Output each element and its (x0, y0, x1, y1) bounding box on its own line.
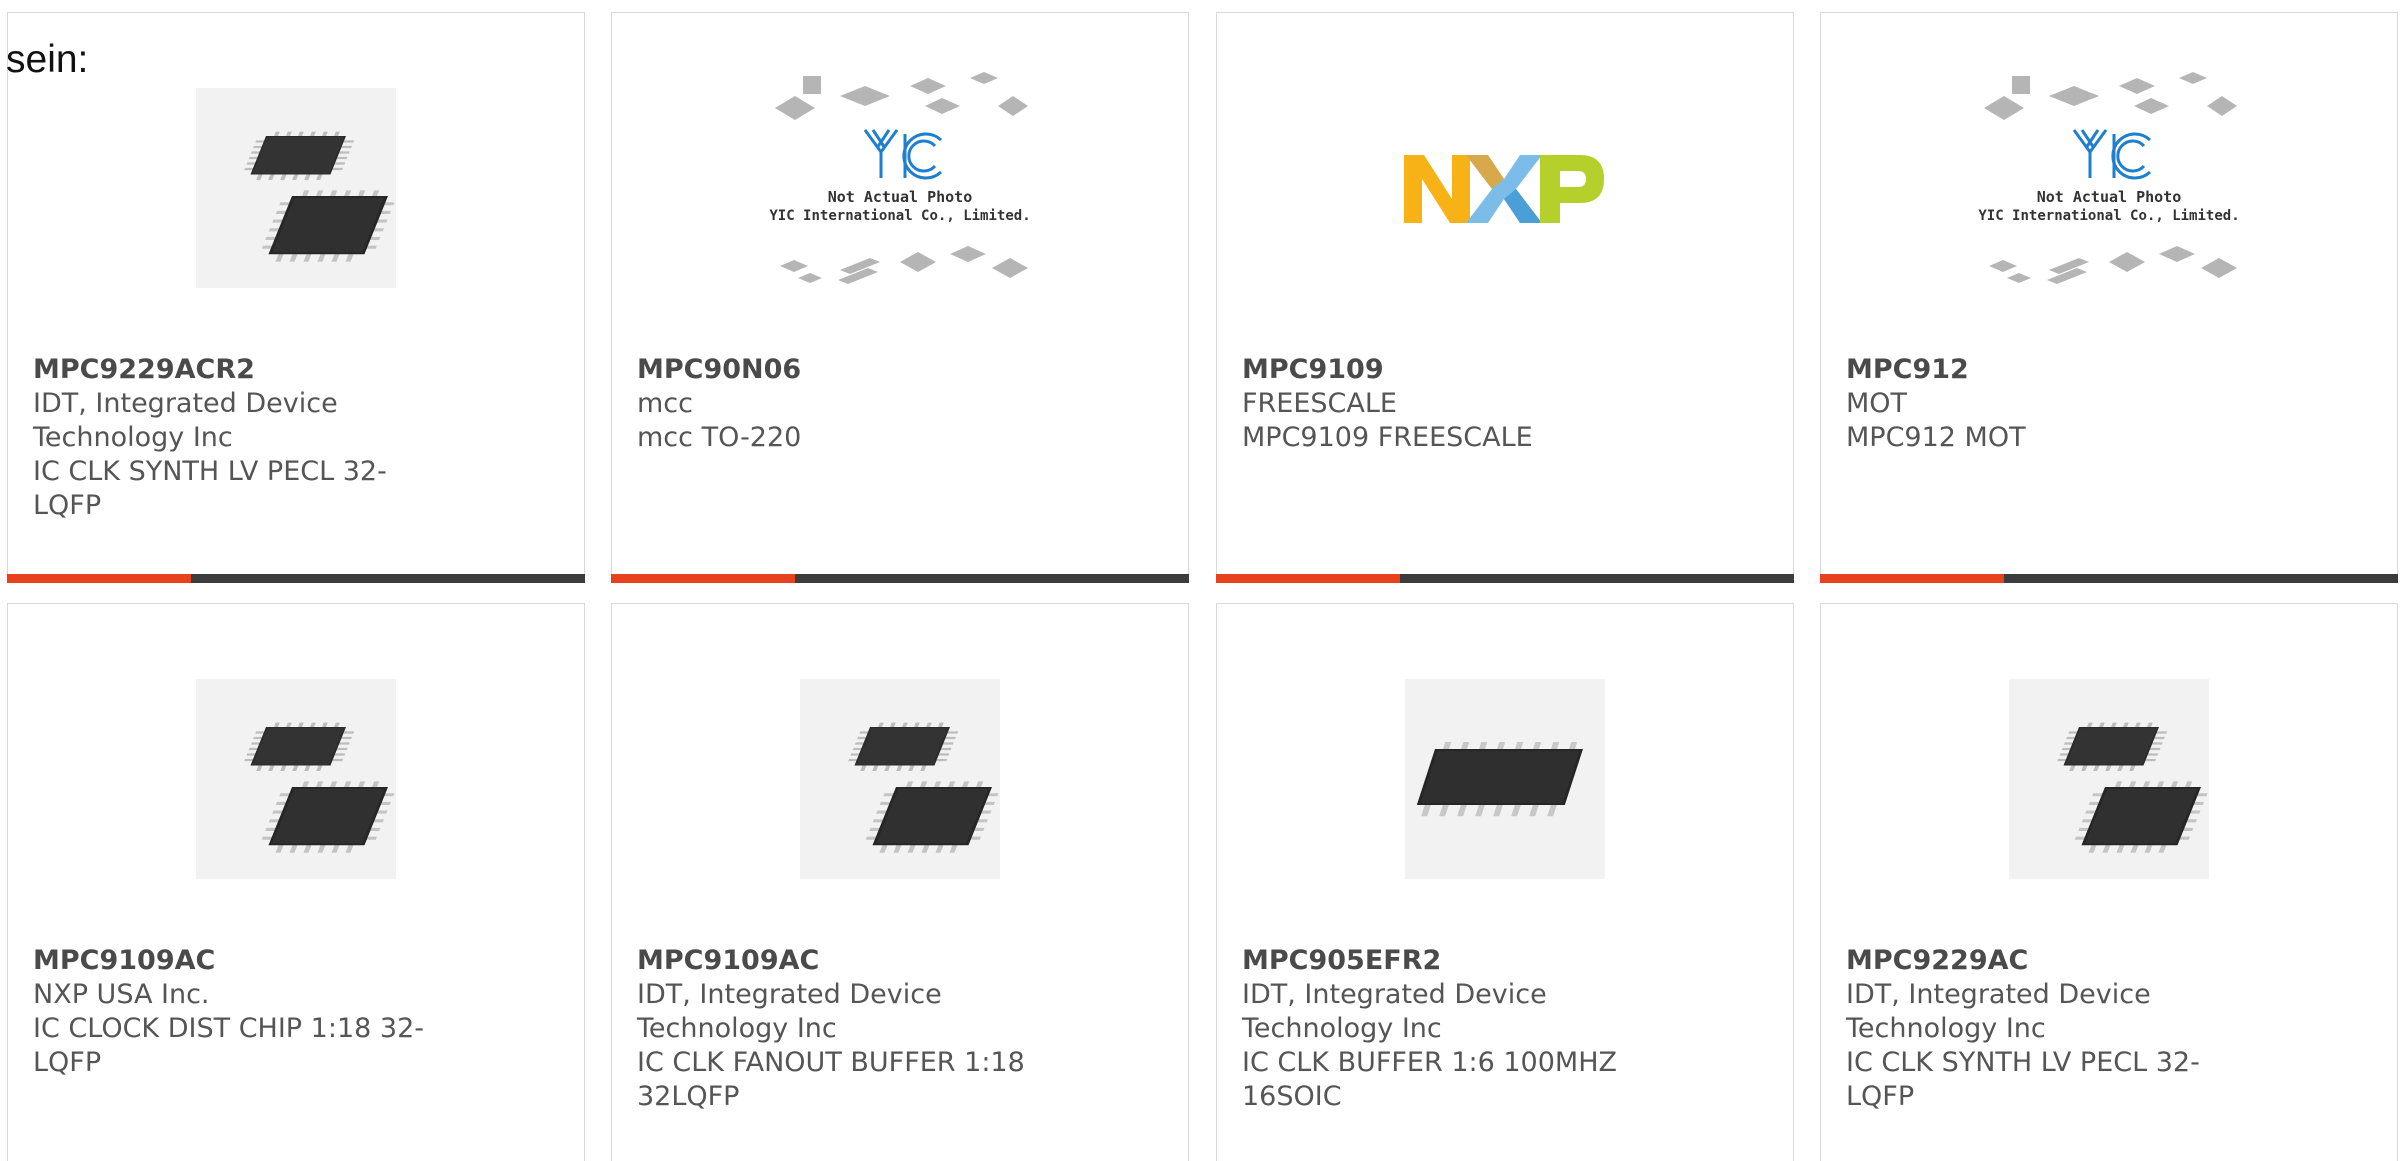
description: MPC912 MOT (1846, 422, 2026, 453)
description: mcc TO-220 (637, 422, 802, 453)
card-accent (1820, 574, 2004, 583)
manufacturer: IDT, Integrated Device Technology Inc (637, 979, 942, 1044)
svg-text:Not Actual Photo: Not Actual Photo (828, 188, 973, 206)
nxp-logo-image (1217, 79, 1793, 297)
product-info: MPC9229ACR2 IDT, Integrated Device Techn… (33, 353, 453, 523)
description: MPC9109 FREESCALE (1242, 422, 1533, 453)
product-card-8[interactable]: MPC9229AC IDT, Integrated Device Technol… (1820, 603, 2398, 1161)
manufacturer: IDT, Integrated Device Technology Inc (1846, 979, 2151, 1044)
product-card-4[interactable]: Not Actual Photo YIC International Co., … (1820, 12, 2398, 583)
card-accent (1216, 574, 1400, 583)
svg-text:YIC International Co., Limited: YIC International Co., Limited. (1978, 208, 2239, 224)
manufacturer: NXP USA Inc. (33, 979, 210, 1010)
card-bottom-bar (611, 574, 1189, 583)
chip-photo-soic (1217, 670, 1793, 888)
description: IC CLK BUFFER 1:6 100MHZ 16SOIC (1242, 1047, 1617, 1112)
product-info: MPC9229AC IDT, Integrated Device Technol… (1846, 944, 2266, 1114)
description: IC CLK FANOUT BUFFER 1:18 32LQFP (637, 1047, 1025, 1112)
chip-photo-lqfp (8, 670, 584, 888)
nxp-logo (1404, 155, 1604, 223)
card-bottom-bar (7, 574, 585, 583)
prefix-text: sein: (6, 38, 89, 81)
manufacturer: mcc (637, 388, 693, 419)
chip-photo-lqfp (1821, 670, 2397, 888)
product-info: MPC90N06 mcc mcc TO-220 (637, 353, 1057, 455)
part-number[interactable]: MPC9229ACR2 (33, 353, 453, 387)
part-number[interactable]: MPC90N06 (637, 353, 1057, 387)
description: IC CLOCK DIST CHIP 1:18 32-LQFP (33, 1013, 424, 1078)
chip-photo-lqfp (612, 670, 1188, 888)
manufacturer: MOT (1846, 388, 1908, 419)
chip-photo-lqfp (8, 79, 584, 297)
product-card-1[interactable]: MPC9229ACR2 IDT, Integrated Device Techn… (7, 12, 585, 583)
part-number[interactable]: MPC9109AC (33, 944, 453, 978)
manufacturer: FREESCALE (1242, 388, 1397, 419)
card-accent (611, 574, 795, 583)
product-card-7[interactable]: MPC905EFR2 IDT, Integrated Device Techno… (1216, 603, 1794, 1161)
product-card-6[interactable]: MPC9109AC IDT, Integrated Device Technol… (611, 603, 1189, 1161)
description: IC CLK SYNTH LV PECL 32-LQFP (33, 456, 387, 521)
part-number[interactable]: MPC9229AC (1846, 944, 2266, 978)
product-card-2[interactable]: Not Actual Photo YIC International Co., … (611, 12, 1189, 583)
yic-placeholder-image: Not Actual Photo YIC International Co., … (1821, 72, 2397, 297)
description: IC CLK SYNTH LV PECL 32-LQFP (1846, 1047, 2200, 1112)
part-number[interactable]: MPC9109 (1242, 353, 1662, 387)
product-info: MPC9109AC IDT, Integrated Device Technol… (637, 944, 1057, 1114)
part-number[interactable]: MPC905EFR2 (1242, 944, 1662, 978)
product-info: MPC905EFR2 IDT, Integrated Device Techno… (1242, 944, 1662, 1114)
product-card-5[interactable]: MPC9109AC NXP USA Inc. IC CLOCK DIST CHI… (7, 603, 585, 1161)
product-info: MPC9109AC NXP USA Inc. IC CLOCK DIST CHI… (33, 944, 453, 1080)
svg-text:YIC International Co., Limited: YIC International Co., Limited. (769, 208, 1030, 224)
card-accent (7, 574, 191, 583)
part-number[interactable]: MPC912 (1846, 353, 2266, 387)
part-number[interactable]: MPC9109AC (637, 944, 1057, 978)
product-info: MPC9109 FREESCALE MPC9109 FREESCALE (1242, 353, 1662, 455)
product-info: MPC912 MOT MPC912 MOT (1846, 353, 2266, 455)
yic-placeholder-image: Not Actual Photo YIC International Co., … (612, 72, 1188, 297)
svg-text:Not Actual Photo: Not Actual Photo (2037, 188, 2182, 206)
manufacturer: IDT, Integrated Device Technology Inc (1242, 979, 1547, 1044)
card-bottom-bar (1216, 574, 1794, 583)
manufacturer: IDT, Integrated Device Technology Inc (33, 388, 338, 453)
product-card-3[interactable]: MPC9109 FREESCALE MPC9109 FREESCALE (1216, 12, 1794, 583)
product-grid-page: sein: MPC9229ACR2 IDT, Integrated Device… (0, 0, 2400, 1161)
card-bottom-bar (1820, 574, 2398, 583)
